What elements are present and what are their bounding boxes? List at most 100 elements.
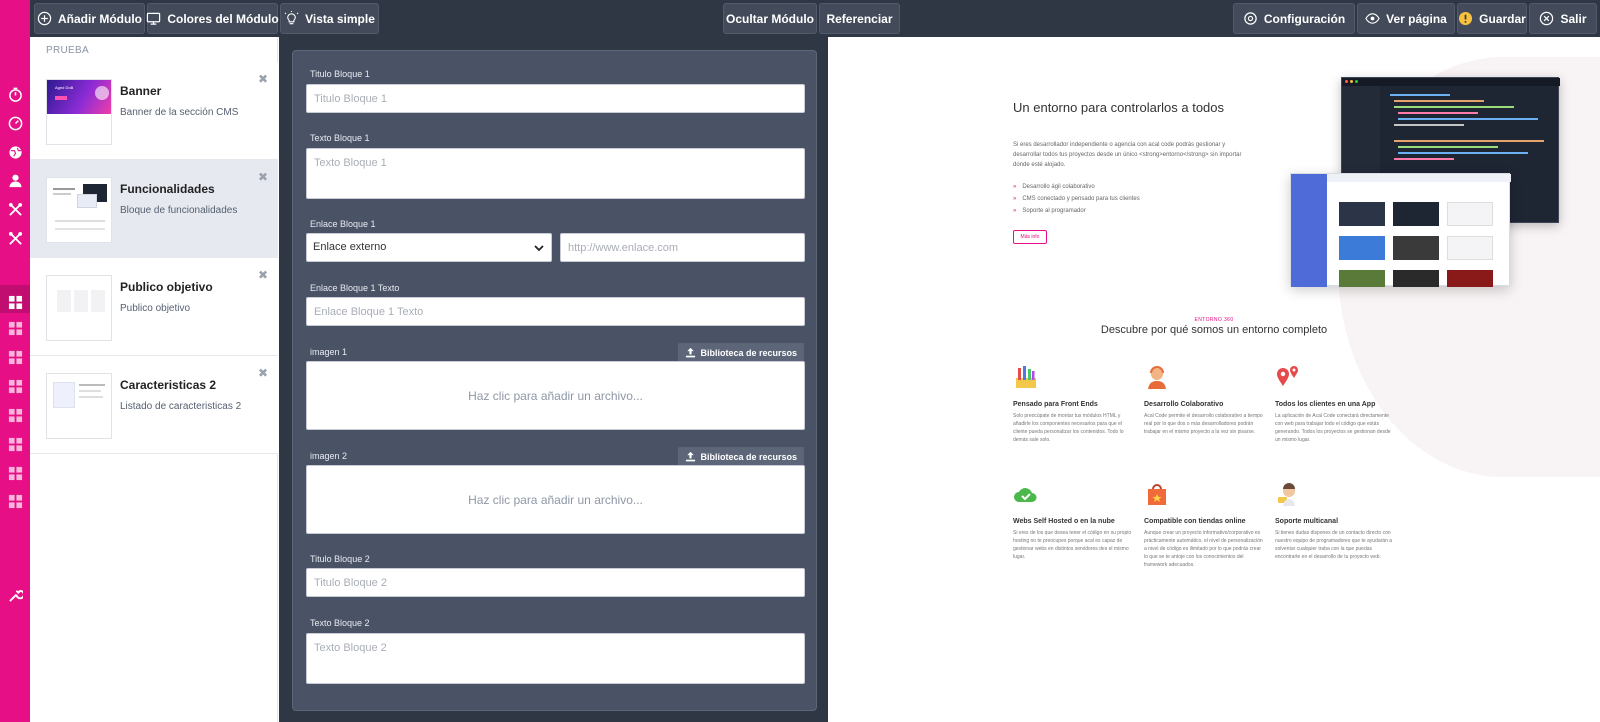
module-subtitle: Banner de la sección CMS [120,107,239,118]
reference-button[interactable]: Referenciar [819,3,900,34]
modules-icon[interactable] [7,436,23,452]
texto1-textarea[interactable] [306,148,805,199]
module-title: Publico objetivo [120,280,213,294]
enlace1-select-value: Enlace externo [313,241,387,253]
library-button-2[interactable]: Biblioteca de recursos [678,447,804,466]
titulo2-input[interactable] [306,568,805,597]
settings-button[interactable]: Configuración [1233,3,1355,34]
feature-item: Compatible con tiendas online Aunque cre… [1144,481,1266,569]
hide-module-button[interactable]: Ocultar Módulo [723,3,817,34]
modules-icon[interactable] [7,320,23,336]
module-colors-button[interactable]: Colores del Módulo [146,3,279,34]
modules-icon[interactable] [7,407,23,423]
hero-bullet: » CMS conectado y pensado para tus client… [1013,196,1140,202]
form-panel: Titulo Bloque 1 Texto Bloque 1 Enlace Bl… [279,37,828,722]
monitor-icon [146,11,161,26]
view-page-label: Ver página [1386,11,1447,26]
module-thumbnail [46,373,112,439]
chevron-down-icon [534,245,544,252]
modules-icon[interactable] [0,285,30,313]
brand-strip [0,0,30,37]
tools-icon[interactable] [7,230,23,246]
wrench-icon[interactable] [7,587,23,603]
close-circle-icon [1539,11,1554,26]
module-item-funcionalidades[interactable]: Funcionalidades Bloque de funcionalidade… [30,160,278,258]
module-title: Caracteristicas 2 [120,378,217,392]
upload-icon [686,451,696,462]
hero-bullet: » Soporte al programador [1013,208,1086,214]
library-button-1[interactable]: Biblioteca de recursos [678,343,804,362]
close-icon[interactable]: ✖ [258,170,268,184]
imagen1-label: imagen 1 [310,347,348,357]
exit-button[interactable]: Salir [1529,3,1597,34]
gear-icon [1243,11,1258,26]
more-info-button[interactable]: Más info [1013,230,1047,244]
modules-icon[interactable] [7,349,23,365]
feature-item: Pensado para Front Ends Solo preocúpate … [1013,364,1135,444]
library-button-1-label: Biblioteca de recursos [700,347,797,358]
simple-view-label: Vista simple [305,11,375,26]
dashboard-mockup [1290,173,1511,287]
module-thumbnail: Aged Dolli [46,79,112,145]
view-page-button[interactable]: Ver página [1357,3,1455,34]
feature-text: Si eres de los que desea tener el código… [1013,530,1132,560]
texto2-textarea[interactable] [306,633,805,684]
tools-icon[interactable] [7,201,23,217]
enlace1-texto-label: Enlace Bloque 1 Texto [310,283,400,293]
module-item-publico-objetivo[interactable]: Publico objetivo Publico objetivo ✖ [30,258,278,356]
shopping-bag-icon [1148,484,1166,505]
module-subtitle: Bloque de funcionalidades [120,205,238,216]
simple-view-button[interactable]: Vista simple [280,3,379,34]
enlace1-texto-input[interactable] [306,297,805,326]
settings-label: Configuración [1263,11,1346,26]
add-module-button[interactable]: Añadir Módulo [34,3,145,34]
module-item-caracteristicas-2[interactable]: Caracteristicas 2 Listado de caracterist… [30,356,278,454]
warning-icon [1458,11,1473,26]
library-button-2-label: Biblioteca de recursos [700,451,797,462]
feature-title: Pensado para Front Ends [1013,401,1098,408]
save-label: Guardar [1479,11,1526,26]
titulo1-label: Titulo Bloque 1 [310,69,370,79]
hide-module-label: Ocultar Módulo [726,11,814,26]
close-icon[interactable]: ✖ [258,72,268,86]
module-thumbnail [46,275,112,341]
feature-text: Si tienes dudas dispones de un contacto … [1275,530,1393,560]
module-section-title: PRUEBA [46,45,89,56]
feature-item: Todos los clientes en una App La aplicac… [1275,364,1397,444]
module-subtitle: Publico objetivo [120,303,191,314]
reference-label: Referenciar [826,11,893,26]
module-title: Banner [120,84,162,98]
form-card: Titulo Bloque 1 Texto Bloque 1 Enlace Bl… [292,50,817,711]
modules-icon[interactable] [7,465,23,481]
module-item-banner[interactable]: Aged Dolli Banner Banner de la sección C… [30,62,278,160]
imagen2-dropzone[interactable]: Haz clic para añadir un archivo... [306,465,805,534]
imagen1-dropzone[interactable]: Haz clic para añadir un archivo... [306,361,805,430]
hero-bullet: » Desarrollo ágil colaborativo [1013,184,1095,190]
dashboard-icon[interactable] [7,115,23,131]
page-preview: Un entorno para controlarlos a todos Si … [828,37,1600,722]
plus-circle-icon [37,11,52,26]
section-title: Descubre por qué somos un entorno comple… [1100,324,1328,336]
globe-icon[interactable] [7,144,23,160]
close-icon[interactable]: ✖ [258,366,268,380]
stopwatch-icon[interactable] [7,86,23,102]
feature-text: Aunque crear un proyecto informativo/cor… [1144,530,1263,568]
modules-icon[interactable] [7,493,23,509]
modules-icon[interactable] [7,378,23,394]
save-button[interactable]: Guardar [1457,3,1527,34]
hero-text: Si eres desarrollador independiente o ag… [1013,142,1242,168]
module-colors-label: Colores del Módulo [167,11,279,26]
feature-title: Webs Self Hosted o en la nube [1013,518,1115,525]
section-tag: ENTORNO 360 [1194,317,1234,323]
dropzone-text: Haz clic para añadir un archivo... [468,388,643,403]
close-icon[interactable]: ✖ [258,268,268,282]
user-icon[interactable] [7,172,23,188]
titulo1-input[interactable] [306,84,805,113]
feature-text: Solo preocúpate de montar tus módulos HT… [1013,413,1124,443]
module-subtitle: Listado de caracteristicas 2 [120,401,242,412]
enlace1-select[interactable]: Enlace externo [306,233,552,262]
icon-rail [0,37,30,722]
feature-title: Compatible con tiendas online [1144,518,1246,525]
enlace1-url-input[interactable] [560,233,805,262]
map-pin-icon [1277,366,1298,386]
